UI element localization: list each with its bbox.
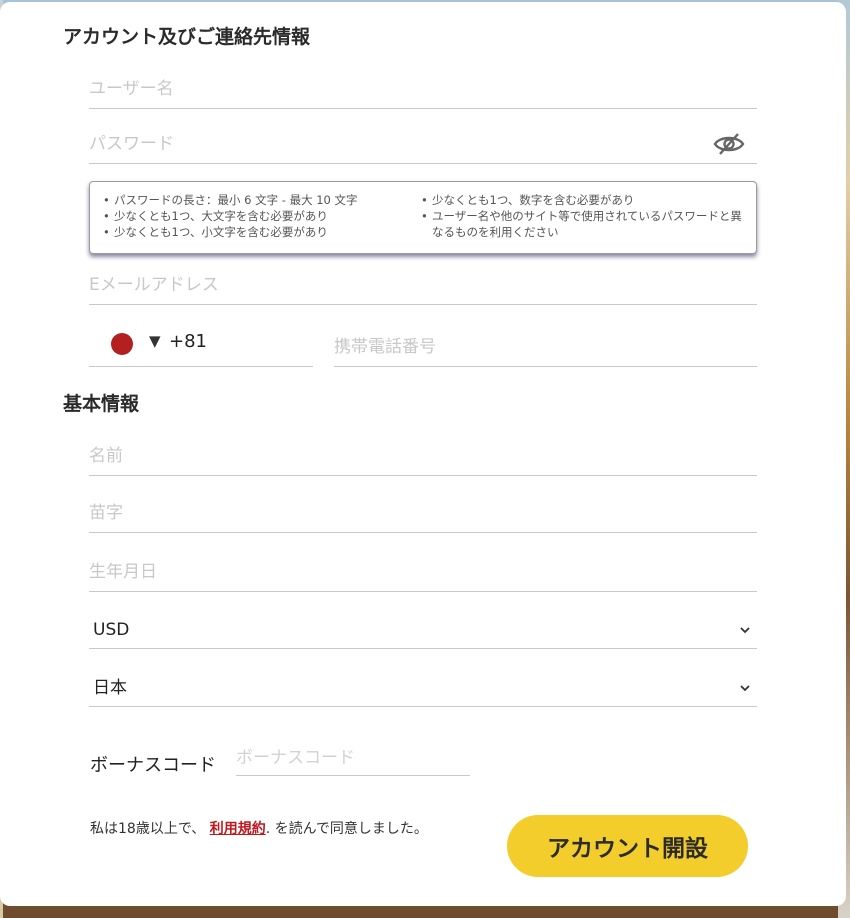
currency-value: USD xyxy=(93,620,130,640)
phone-field[interactable]: 携帯電話番号 xyxy=(334,320,757,367)
hint-uppercase: 少なくとも1つ、大文字を含む必要があり xyxy=(100,208,418,224)
country-code-value: +81 xyxy=(169,331,207,352)
password-hints-right: 少なくとも1つ、数字を含む必要があり ユーザー名や他のサイト等で使用されているパ… xyxy=(418,192,743,253)
caret-down-icon: ▼ xyxy=(149,332,161,350)
terms-agreement: 私は18歳以上で、 利用規約. を読んで同意しました。 xyxy=(90,818,428,838)
username-placeholder: ユーザー名 xyxy=(89,79,174,99)
password-field[interactable]: パスワード xyxy=(89,124,757,164)
country-code-select[interactable]: ▼ +81 xyxy=(89,320,313,367)
country-value: 日本 xyxy=(93,678,127,698)
hint-unique: ユーザー名や他のサイト等で使用されているパスワードと異なるものを利用ください xyxy=(418,208,743,240)
country-select[interactable]: 日本 xyxy=(89,667,757,707)
eye-slash-icon[interactable] xyxy=(713,131,745,157)
last-name-field[interactable]: 苗字 xyxy=(89,493,757,533)
birthdate-field[interactable]: 生年月日 xyxy=(89,552,757,592)
first-name-field[interactable]: 名前 xyxy=(89,436,757,476)
terms-link[interactable]: 利用規約 xyxy=(210,821,266,837)
last-name-placeholder: 苗字 xyxy=(89,503,123,523)
hint-length: パスワードの長さ：最小 6 文字 - 最大 10 文字 xyxy=(100,192,418,208)
bonus-code-label: ボーナスコード xyxy=(90,755,216,776)
email-placeholder: Eメールアドレス xyxy=(89,275,219,295)
email-field[interactable]: Eメールアドレス xyxy=(89,265,757,305)
chevron-down-icon xyxy=(740,685,750,692)
chevron-down-icon xyxy=(740,627,750,634)
birthdate-placeholder: 生年月日 xyxy=(89,562,157,582)
account-section-title: アカウント及びご連絡先情報 xyxy=(63,26,311,48)
terms-prefix: 私は18歳以上で、 xyxy=(90,821,206,837)
hint-number: 少なくとも1つ、数字を含む必要があり xyxy=(418,192,743,208)
bonus-code-placeholder: ボーナスコード xyxy=(236,748,355,768)
registration-form: アカウント及びご連絡先情報 ユーザー名 パスワード パスワードの長さ：最小 6 … xyxy=(0,2,846,906)
password-hints-left: パスワードの長さ：最小 6 文字 - 最大 10 文字 少なくとも1つ、大文字を… xyxy=(100,192,418,253)
terms-suffix: . を読んで同意しました。 xyxy=(265,821,428,837)
username-field[interactable]: ユーザー名 xyxy=(89,69,757,109)
currency-select[interactable]: USD xyxy=(89,609,757,649)
open-account-button[interactable]: アカウント開設 xyxy=(507,815,748,877)
first-name-placeholder: 名前 xyxy=(89,446,123,466)
japan-flag-icon xyxy=(111,333,133,355)
password-placeholder: パスワード xyxy=(89,134,174,154)
phone-placeholder: 携帯電話番号 xyxy=(334,337,436,357)
hint-lowercase: 少なくとも1つ、小文字を含む必要があり xyxy=(100,224,418,240)
basic-section-title: 基本情報 xyxy=(63,393,140,415)
bonus-code-input[interactable]: ボーナスコード xyxy=(236,740,470,776)
password-requirements: パスワードの長さ：最小 6 文字 - 最大 10 文字 少なくとも1つ、大文字を… xyxy=(89,181,757,254)
